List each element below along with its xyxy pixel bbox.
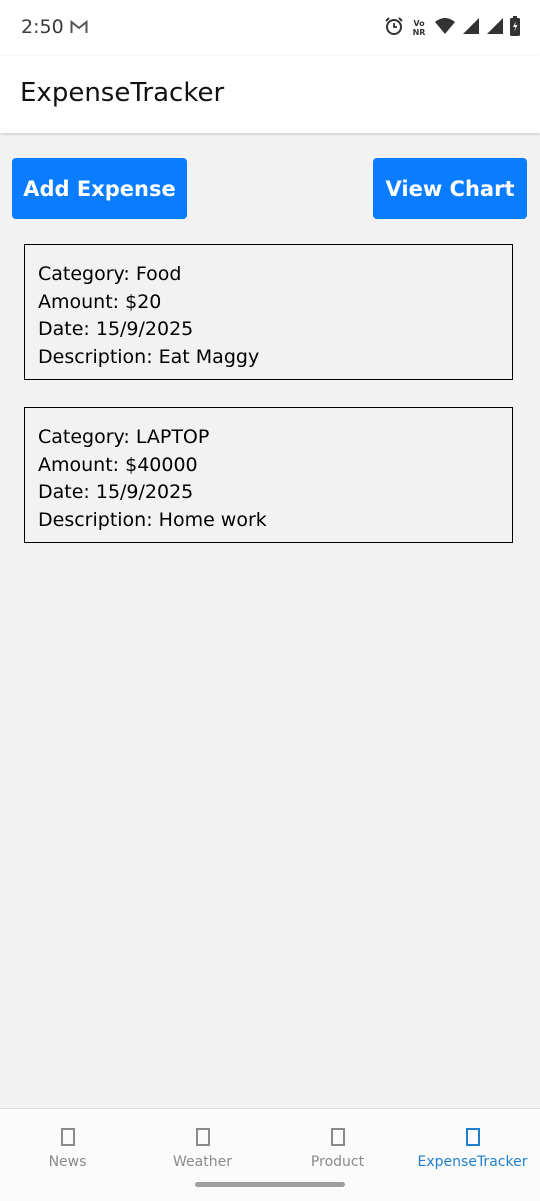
expense-description: Description: Eat Maggy [38, 345, 260, 368]
cellular-signal-icon [486, 17, 504, 39]
status-icons: Vo NR [384, 16, 520, 40]
nr-label: NR [412, 28, 426, 37]
expense-category: Category: Food [38, 263, 182, 285]
tab-news[interactable]: News [0, 1109, 135, 1179]
page-title: ExpenseTracker [20, 78, 225, 108]
battery-charging-icon [510, 16, 520, 40]
tab-label: ExpenseTracker [417, 1154, 528, 1170]
status-bar: 2:50 Vo NR [0, 0, 540, 56]
cellular-signal-icon [462, 17, 480, 39]
tab-label: Product [310, 1154, 365, 1170]
gmail-icon [70, 19, 88, 38]
volte-label: Vo [413, 19, 425, 28]
expense-date: Date: 15/9/2025 [38, 318, 194, 340]
alarm-icon [384, 16, 404, 40]
expense-category: Category: LAPTOP [38, 426, 210, 448]
volte-nr-icon: Vo NR [410, 19, 428, 37]
tab-weather[interactable]: Weather [135, 1109, 270, 1179]
news-tab-icon [60, 1128, 75, 1146]
expense-description: Description: Home work [38, 508, 267, 531]
add-expense-button[interactable]: Add Expense [12, 158, 187, 219]
tab-product[interactable]: Product [270, 1109, 405, 1179]
status-time: 2:50 [21, 16, 64, 38]
expense-card: Category: Food Amount: $20 Date: 15/9/20… [24, 244, 513, 380]
expense-date: Date: 15/9/2025 [38, 481, 194, 503]
expense-amount: Amount: $20 [38, 290, 162, 313]
product-tab-icon [330, 1128, 345, 1146]
bottom-nav: News Weather Product ExpenseTracker [0, 1108, 540, 1201]
tab-label: Weather [173, 1154, 232, 1170]
expense-card: Category: LAPTOP Amount: $40000 Date: 15… [24, 407, 513, 543]
app-bar: ExpenseTracker [0, 56, 540, 133]
home-indicator[interactable] [195, 1182, 345, 1187]
tab-label: News [48, 1154, 87, 1170]
view-chart-button[interactable]: View Chart [373, 158, 527, 219]
weather-tab-icon [195, 1128, 210, 1146]
tab-expense-tracker[interactable]: ExpenseTracker [405, 1109, 540, 1179]
wifi-icon [434, 17, 456, 39]
expense-amount: Amount: $40000 [38, 453, 198, 476]
expense-tracker-tab-icon [465, 1128, 480, 1146]
